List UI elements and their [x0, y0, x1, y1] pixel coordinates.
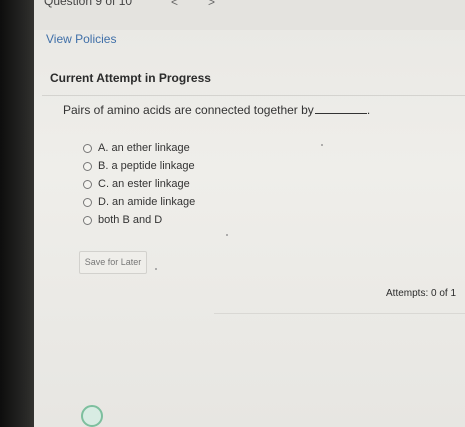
screen-speck — [155, 268, 157, 270]
option-d[interactable]: D. an amide linkage — [83, 193, 195, 211]
divider — [214, 313, 465, 314]
next-question-button[interactable]: > — [208, 0, 215, 9]
option-label: A. an ether linkage — [98, 142, 190, 154]
attempts-counter: Attempts: 0 of 1 — [386, 288, 457, 299]
radio-button[interactable] — [83, 161, 92, 171]
answer-options: A. an ether linkage B. a peptide linkage… — [83, 139, 195, 229]
answer-blank — [314, 104, 367, 114]
radio-button[interactable] — [83, 143, 92, 153]
radio-button[interactable] — [83, 197, 92, 207]
question-text: Pairs of amino acids are connected toget… — [63, 103, 314, 117]
option-a[interactable]: A. an ether linkage — [83, 139, 195, 157]
previous-question-button[interactable]: < — [171, 0, 178, 9]
radio-button[interactable] — [83, 179, 92, 189]
question-counter: Question 9 of 10 — [44, 0, 133, 8]
option-label: C. an ester linkage — [98, 178, 190, 190]
question-prompt: Pairs of amino acids are connected toget… — [63, 103, 370, 117]
save-for-later-button[interactable]: Save for Later — [79, 251, 147, 274]
option-e[interactable]: both B and D — [83, 211, 195, 229]
option-label: B. a peptide linkage — [98, 160, 195, 172]
radio-button[interactable] — [83, 215, 92, 225]
assistant-bot-icon[interactable] — [81, 405, 103, 427]
view-policies-link[interactable]: View Policies — [46, 32, 116, 46]
option-label: both B and D — [98, 214, 163, 226]
question-suffix: . — [366, 103, 371, 117]
screen-speck — [226, 234, 228, 236]
attempt-title: Current Attempt in Progress — [50, 71, 211, 85]
option-b[interactable]: B. a peptide linkage — [83, 157, 195, 175]
quiz-page: Question 9 of 10 < > View Policies Curre… — [34, 0, 465, 427]
option-c[interactable]: C. an ester linkage — [83, 175, 195, 193]
screen-speck — [321, 144, 323, 146]
option-label: D. an amide linkage — [98, 196, 196, 208]
